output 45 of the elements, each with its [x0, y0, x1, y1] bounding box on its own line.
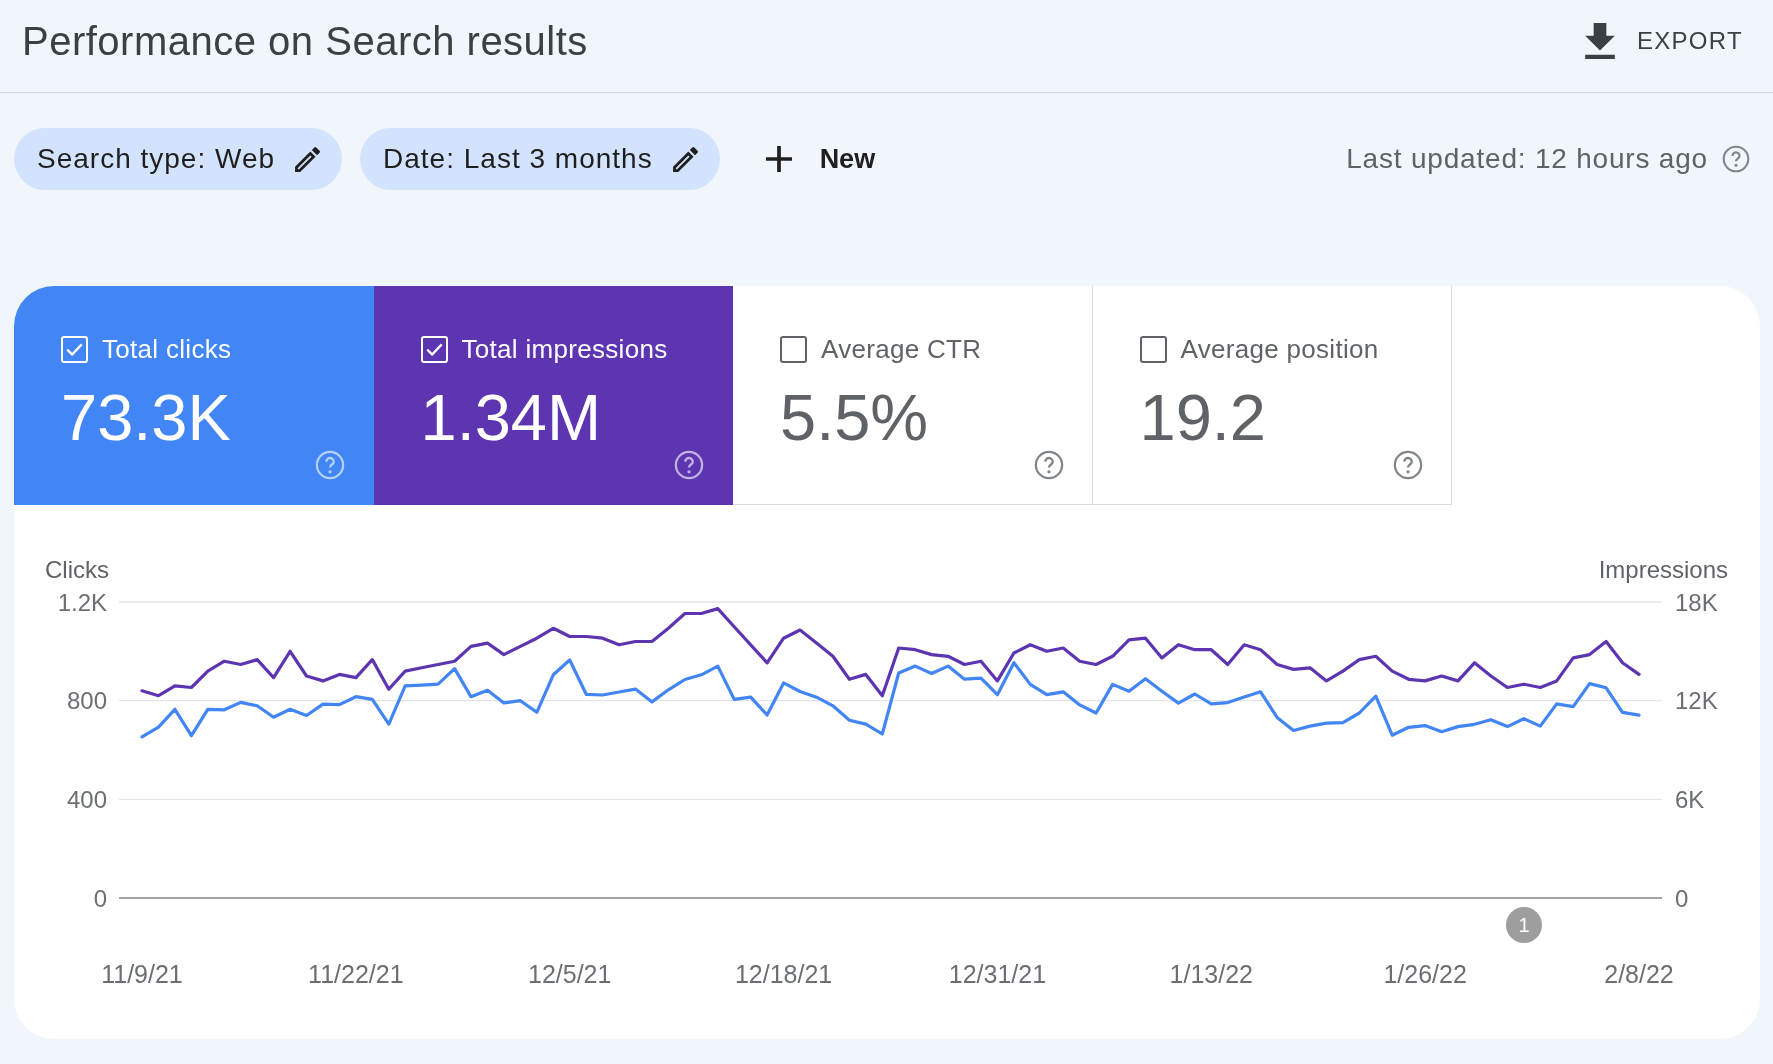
checkbox[interactable]	[780, 336, 807, 363]
new-filter-button[interactable]: New	[761, 135, 880, 183]
axis-label: 6K	[1675, 785, 1705, 813]
metric-label: Total clicks	[102, 334, 232, 365]
last-updated-text: Last updated: 12 hours ago	[1346, 143, 1708, 175]
axis-label: 0	[93, 884, 107, 912]
axis-label: 11/22/21	[308, 960, 404, 988]
metric-value: 19.2	[1139, 385, 1267, 450]
metric-value: 5.5%	[780, 385, 930, 450]
metric-value: 73.3K	[61, 385, 232, 450]
filter-chip[interactable]: Search type: Web	[14, 128, 343, 190]
help-icon[interactable]	[1033, 450, 1064, 480]
metric-tile[interactable]: Average CTR 5.5%	[733, 286, 1093, 505]
axis-label: 18K	[1675, 588, 1718, 616]
metric-label: Total impressions	[461, 334, 668, 365]
page-title: Performance on Search results	[22, 18, 588, 64]
plus-icon	[765, 146, 792, 172]
axis-label: 400	[66, 785, 107, 813]
filter-chip[interactable]: Date: Last 3 months	[360, 128, 720, 190]
metric-value: 1.34M	[420, 385, 603, 450]
metric-label: Average CTR	[821, 334, 982, 365]
pencil-icon	[672, 146, 698, 172]
metric-label: Average position	[1180, 334, 1379, 365]
axis-label: 2/8/22	[1604, 960, 1674, 988]
help-icon[interactable]	[1393, 450, 1423, 480]
axis-label: 1/26/22	[1383, 960, 1467, 988]
axis-label: 12K	[1675, 687, 1718, 715]
metric-tile[interactable]: Average position 19.2	[1092, 286, 1452, 505]
check-icon	[66, 343, 83, 356]
axis-label: 1.2K	[57, 588, 107, 616]
checkbox[interactable]	[1139, 336, 1167, 363]
axis-label: 12/5/21	[528, 960, 612, 988]
help-icon[interactable]	[1722, 145, 1750, 173]
axis-title: Impressions	[1598, 556, 1728, 583]
axis-label: 800	[66, 687, 107, 715]
download-icon	[1584, 23, 1615, 59]
axis-label: 0	[1675, 884, 1689, 912]
axis-title: Clicks	[45, 556, 109, 583]
check-icon	[425, 343, 443, 356]
pencil-icon	[295, 146, 321, 172]
export-button[interactable]: EXPORT	[1584, 19, 1743, 63]
axis-label: 11/9/21	[101, 960, 183, 988]
axis-label: 12/31/21	[948, 960, 1047, 988]
axis-label: 1/13/22	[1169, 960, 1253, 988]
axis-label: 12/18/21	[734, 960, 833, 988]
